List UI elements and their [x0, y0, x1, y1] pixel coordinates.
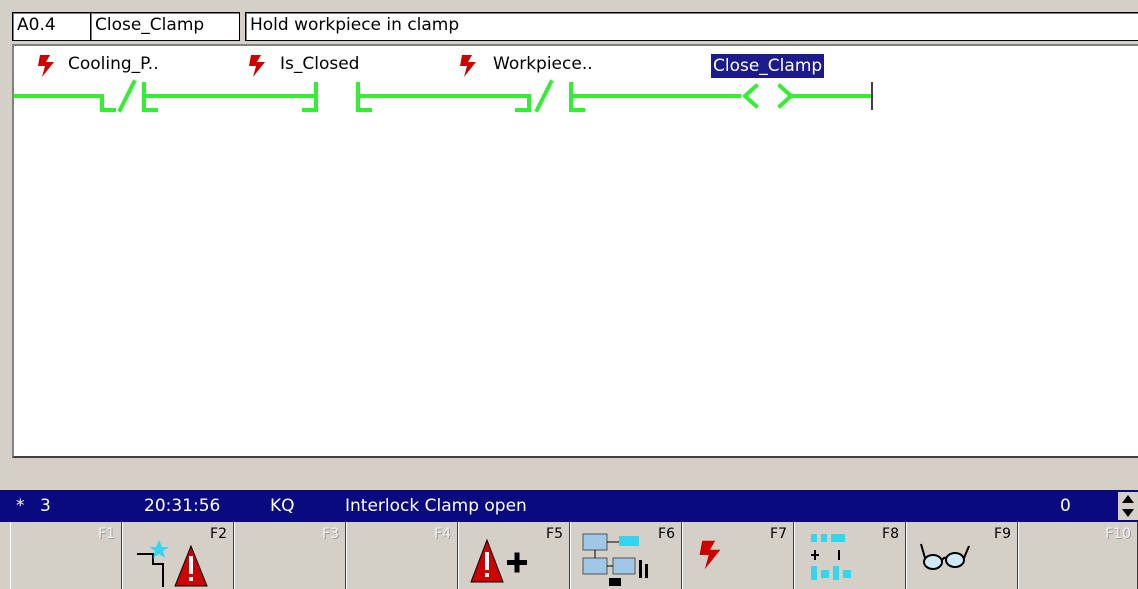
comment-field[interactable]: Hold workpiece in clamp: [245, 12, 1138, 41]
f8-key[interactable]: F8: [794, 522, 906, 589]
f3-label: F3: [322, 526, 339, 542]
f8-label: F8: [882, 526, 899, 542]
f7-key[interactable]: F7: [682, 522, 794, 589]
operand-label-is-closed[interactable]: Is_Closed: [280, 54, 359, 74]
lightning-icon: [699, 540, 721, 570]
network-icon: [582, 533, 648, 586]
alarm-status-bar[interactable]: * 3 20:31:56 KQ Interlock Clamp open 0: [0, 490, 1138, 522]
alarm-message: Interlock Clamp open: [345, 496, 527, 516]
f4-label: F4: [434, 526, 451, 542]
f9-key[interactable]: F9: [906, 522, 1018, 589]
lightning-icon: [460, 55, 476, 77]
f2-key[interactable]: F2: [122, 522, 234, 589]
function-key-bar: F1 F2 F3 F4 F5 F6 F7 F8 F9 F10: [0, 522, 1138, 589]
f7-label: F7: [770, 526, 787, 542]
f1-label: F1: [98, 526, 115, 542]
operand-label-workpiece[interactable]: Workpiece..: [493, 54, 593, 74]
ladder-diagram[interactable]: Cooling_P.. Is_Closed Workpiece.. Close_…: [12, 44, 1138, 458]
f6-label: F6: [658, 526, 675, 542]
lightning-icon: [249, 55, 265, 77]
add-alarm-icon: [470, 538, 527, 583]
ladder-rung: [14, 79, 873, 113]
f9-label: F9: [994, 526, 1011, 542]
f5-key[interactable]: F5: [458, 522, 570, 589]
glasses-icon: [920, 543, 970, 570]
lightning-icon: [38, 55, 54, 77]
f10-label: F10: [1105, 526, 1131, 542]
logic-icon: [811, 534, 851, 580]
f5-label: F5: [546, 526, 563, 542]
f10-key[interactable]: F10: [1018, 522, 1138, 589]
coil-label-close-clamp[interactable]: Close_Clamp: [711, 54, 825, 78]
new-alarm-icon: [137, 540, 208, 587]
alarm-time: 20:31:56: [144, 496, 221, 516]
operand-label-cooling[interactable]: Cooling_P..: [68, 54, 159, 74]
scroll-arrows-icon: [1122, 495, 1134, 517]
alarm-count: 0: [1060, 496, 1071, 516]
alarm-number: 3: [40, 496, 51, 516]
f3-key[interactable]: F3: [234, 522, 346, 589]
f6-key[interactable]: F6: [570, 522, 682, 589]
status-marker: *: [16, 496, 25, 516]
alarm-type: KQ: [270, 496, 295, 516]
status-scroll-arrows[interactable]: [1118, 492, 1138, 520]
symbol-field[interactable]: Close_Clamp: [90, 12, 240, 41]
f1-key[interactable]: F1: [10, 522, 122, 589]
f4-key[interactable]: F4: [346, 522, 458, 589]
address-field[interactable]: A0.4: [12, 12, 91, 41]
